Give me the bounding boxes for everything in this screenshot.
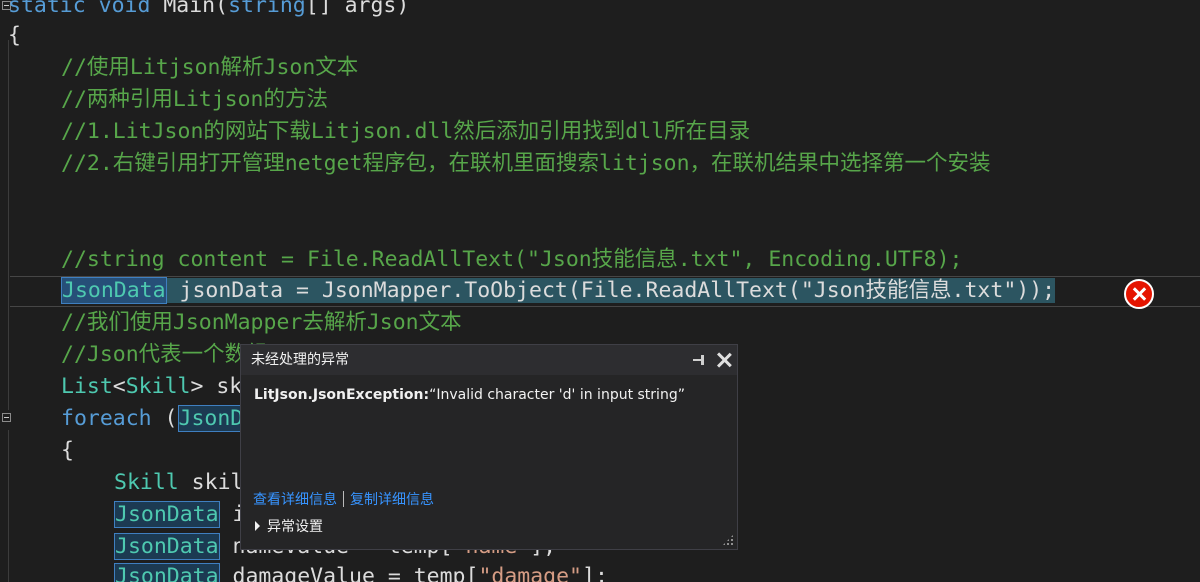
- type-reference[interactable]: JsonData: [61, 277, 167, 304]
- code-comment[interactable]: //使用Litjson解析Json文本: [61, 52, 358, 84]
- code-comment[interactable]: //两种引用Litjson的方法: [61, 84, 328, 116]
- code-line-foreach[interactable]: foreach (JsonD: [61, 403, 245, 435]
- pin-icon[interactable]: [691, 352, 707, 368]
- exception-message: LitJson.JsonException:“Invalid character…: [254, 387, 685, 403]
- code-line-list[interactable]: List<Skill> sk: [61, 371, 242, 403]
- code-line-skill[interactable]: Skill skil: [114, 467, 243, 499]
- details-links: 查看详细信息 复制详细信息: [253, 489, 434, 509]
- link-separator: [343, 491, 344, 507]
- exception-settings-toggle[interactable]: 异常设置: [255, 516, 323, 536]
- code-comment[interactable]: //我们使用JsonMapper去解析Json文本: [61, 307, 462, 339]
- code-line-current[interactable]: JsonData jsonData = JsonMapper.ToObject(…: [61, 275, 1056, 307]
- code-line-signature[interactable]: static void Main(string[] args): [8, 0, 409, 22]
- outline-guide: [8, 40, 9, 410]
- code-line-jsondata[interactable]: JsonData damageValue = temp["damage"];: [114, 561, 608, 582]
- code-editor[interactable]: static void Main(string[] args) { //使用Li…: [0, 0, 1200, 582]
- code-line-brace[interactable]: {: [61, 435, 74, 467]
- code-comment[interactable]: //1.LitJson的网站下载Litjson.dll然后添加引用找到dll所在…: [61, 116, 750, 148]
- code-comment[interactable]: //string content = File.ReadAllText("Jso…: [61, 244, 962, 276]
- expand-triangle-icon: [255, 521, 260, 531]
- outline-guide: [8, 430, 9, 582]
- resize-grip-icon[interactable]: [722, 534, 734, 546]
- collapse-icon[interactable]: [2, 413, 11, 422]
- exception-popup: 未经处理的异常 LitJson.JsonException:“Invalid c…: [240, 344, 738, 550]
- view-details-link[interactable]: 查看详细信息: [253, 492, 337, 508]
- copy-details-link[interactable]: 复制详细信息: [350, 492, 434, 508]
- code-line-jsondata[interactable]: JsonData i: [114, 499, 245, 531]
- exception-popup-title: 未经处理的异常: [241, 345, 737, 375]
- code-comment[interactable]: //2.右键引用打开管理netget程序包，在联机里面搜索litjson，在联机…: [61, 148, 991, 180]
- code-comment[interactable]: //Json代表一个数组: [61, 339, 268, 371]
- error-circle-icon[interactable]: [1124, 279, 1154, 309]
- code-line-brace[interactable]: {: [8, 20, 21, 52]
- close-icon[interactable]: [715, 351, 733, 369]
